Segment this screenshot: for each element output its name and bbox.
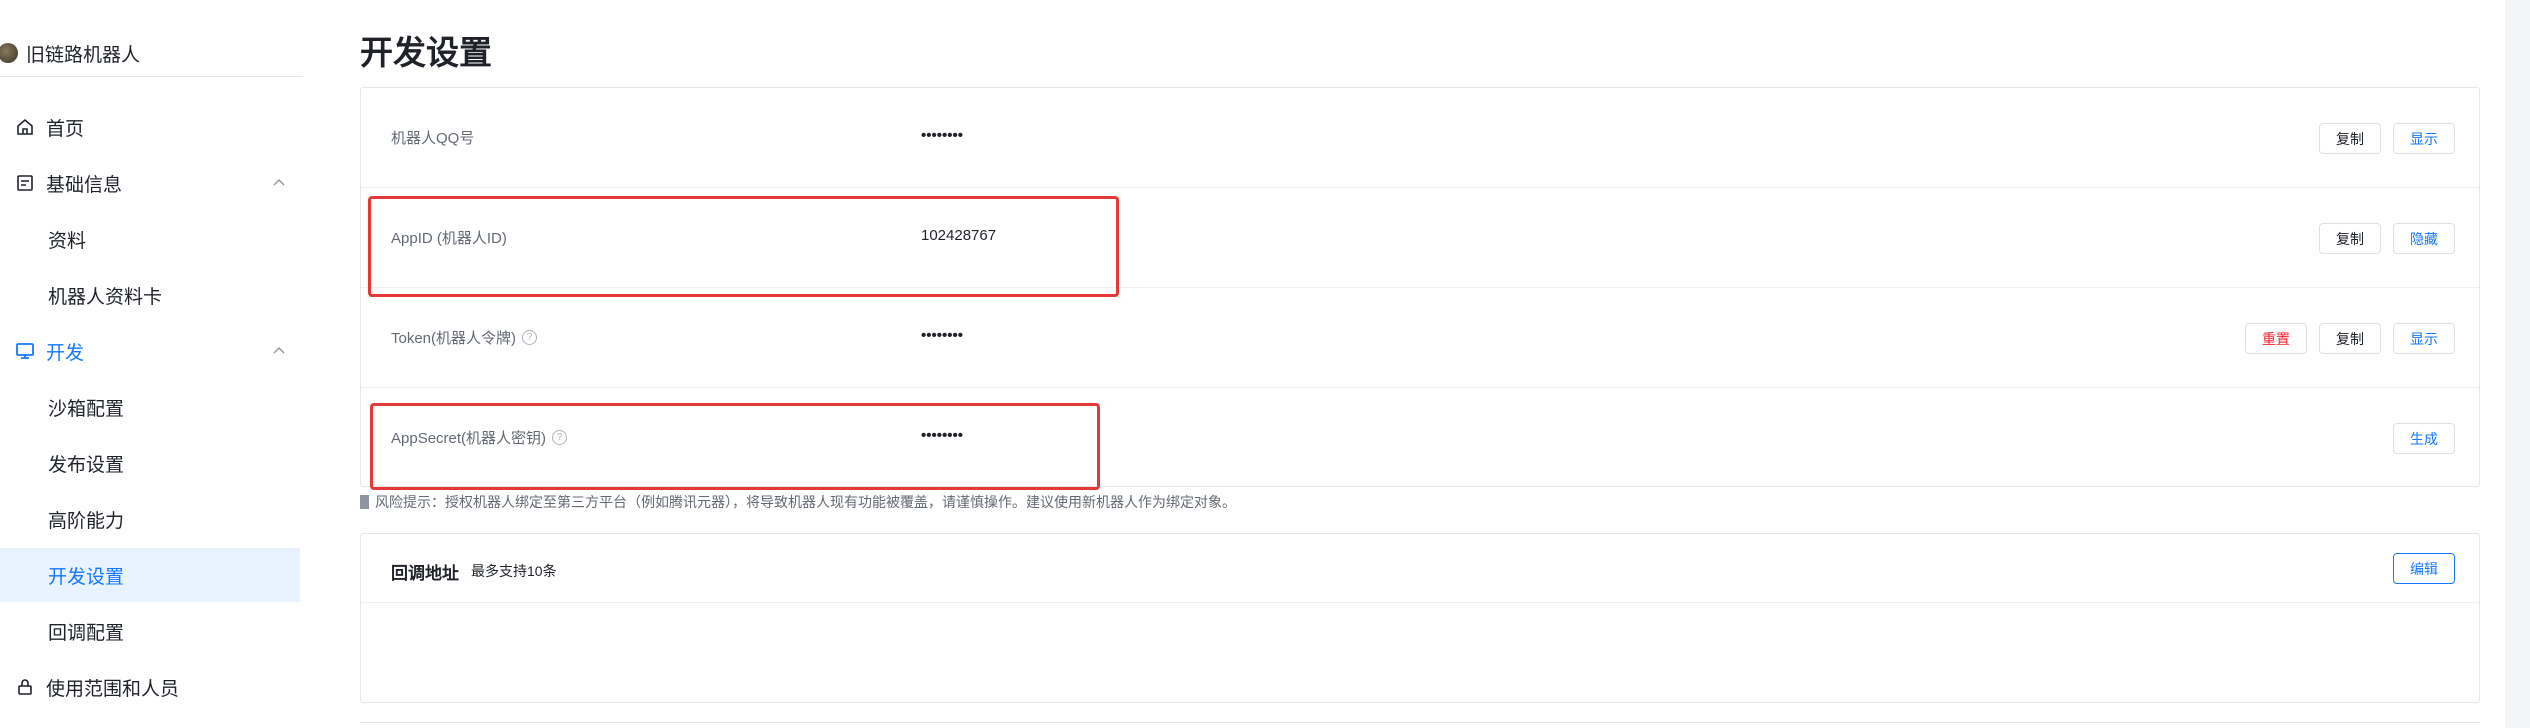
risk-notice: 风险提示：授权机器人绑定至第三方平台（例如腾讯元器），将导致机器人现有功能被覆盖… xyxy=(360,492,1236,512)
divider xyxy=(360,722,2480,723)
sidebar-item-sandbox[interactable]: 沙箱配置 xyxy=(0,380,300,434)
bot-header[interactable]: 旧链路机器人 xyxy=(0,30,303,77)
token-label-text: Token(机器人令牌) xyxy=(391,330,517,347)
sidebar-item-label: 首页 xyxy=(46,118,85,140)
copy-button[interactable]: 复制 xyxy=(2319,223,2381,254)
highlight-box-appsecret xyxy=(370,403,1100,490)
hide-button[interactable]: 隐藏 xyxy=(2393,223,2455,254)
copy-button[interactable]: 复制 xyxy=(2319,123,2381,154)
sidebar-item-basic-info[interactable]: 基础信息 xyxy=(0,156,300,210)
sidebar-item-label: 机器人资料卡 xyxy=(48,286,163,308)
callback-subtitle: 最多支持10条 xyxy=(471,563,557,579)
sidebar-item-label: 基础信息 xyxy=(46,174,123,196)
sidebar-item-label: 发布设置 xyxy=(48,454,125,476)
row-actions: 生成 xyxy=(2393,423,2455,454)
sidebar-item-home[interactable]: 首页 xyxy=(0,100,300,154)
row-qq: 机器人QQ号 •••••••• 复制 显示 xyxy=(361,88,2479,188)
risk-notice-text: 风险提示：授权机器人绑定至第三方平台（例如腾讯元器），将导致机器人现有功能被覆盖… xyxy=(375,494,1236,510)
risk-marker xyxy=(360,495,369,509)
sidebar-item-publish[interactable]: 发布设置 xyxy=(0,436,300,490)
page-title: 开发设置 xyxy=(360,34,492,71)
show-button[interactable]: 显示 xyxy=(2393,123,2455,154)
copy-button[interactable]: 复制 xyxy=(2319,323,2381,354)
show-button[interactable]: 显示 xyxy=(2393,323,2455,354)
lock-icon xyxy=(14,676,36,698)
row-token: Token(机器人令牌) ? •••••••• 重置 复制 显示 xyxy=(361,288,2479,388)
sidebar-item-label: 使用范围和人员 xyxy=(46,678,180,700)
callback-title: 回调地址 xyxy=(391,564,459,583)
generate-button[interactable]: 生成 xyxy=(2393,423,2455,454)
sidebar-item-label: 高阶能力 xyxy=(48,510,125,532)
sidebar-item-label: 开发 xyxy=(46,342,85,364)
sidebar: 旧链路机器人 首页 基础信息 资料 机器人资料卡 开发 沙箱配置 发布设置 高阶… xyxy=(0,0,330,728)
home-icon xyxy=(14,116,36,138)
row-label: 机器人QQ号 xyxy=(391,130,475,147)
avatar xyxy=(0,43,18,63)
chevron-up-icon xyxy=(273,347,285,354)
highlight-box-appid xyxy=(368,196,1119,297)
sidebar-item-profile[interactable]: 资料 xyxy=(0,212,300,266)
row-label: Token(机器人令牌) ? xyxy=(391,327,538,348)
document-icon xyxy=(14,172,36,194)
sidebar-item-develop[interactable]: 开发 xyxy=(0,324,300,378)
callback-panel: 回调地址 最多支持10条 编辑 xyxy=(360,533,2480,703)
sidebar-item-label: 资料 xyxy=(48,230,87,252)
callback-header: 回调地址 最多支持10条 编辑 xyxy=(361,534,2479,603)
sidebar-item-advanced[interactable]: 高阶能力 xyxy=(0,492,300,546)
help-icon[interactable]: ? xyxy=(522,330,538,345)
row-value: •••••••• xyxy=(921,127,964,144)
bot-name: 旧链路机器人 xyxy=(26,44,141,66)
sidebar-item-label: 开发设置 xyxy=(48,566,125,588)
edit-button[interactable]: 编辑 xyxy=(2393,553,2455,584)
row-value: •••••••• xyxy=(921,327,964,344)
sidebar-item-label: 回调配置 xyxy=(48,622,125,644)
sidebar-item-profile-card[interactable]: 机器人资料卡 xyxy=(0,268,300,322)
row-actions: 复制 显示 xyxy=(2319,123,2455,154)
sidebar-item-label: 沙箱配置 xyxy=(48,398,125,420)
sidebar-item-callback[interactable]: 回调配置 xyxy=(0,604,300,658)
chevron-up-icon xyxy=(273,179,285,186)
sidebar-item-dev-settings[interactable]: 开发设置 xyxy=(0,548,300,602)
row-actions: 复制 隐藏 xyxy=(2319,223,2455,254)
monitor-icon xyxy=(14,340,36,362)
main-content: 开发设置 机器人QQ号 •••••••• 复制 显示 AppID (机器人ID)… xyxy=(330,0,2505,728)
reset-button[interactable]: 重置 xyxy=(2245,323,2307,354)
row-actions: 重置 复制 显示 xyxy=(2245,323,2455,354)
sidebar-item-scope[interactable]: 使用范围和人员 xyxy=(0,660,300,714)
